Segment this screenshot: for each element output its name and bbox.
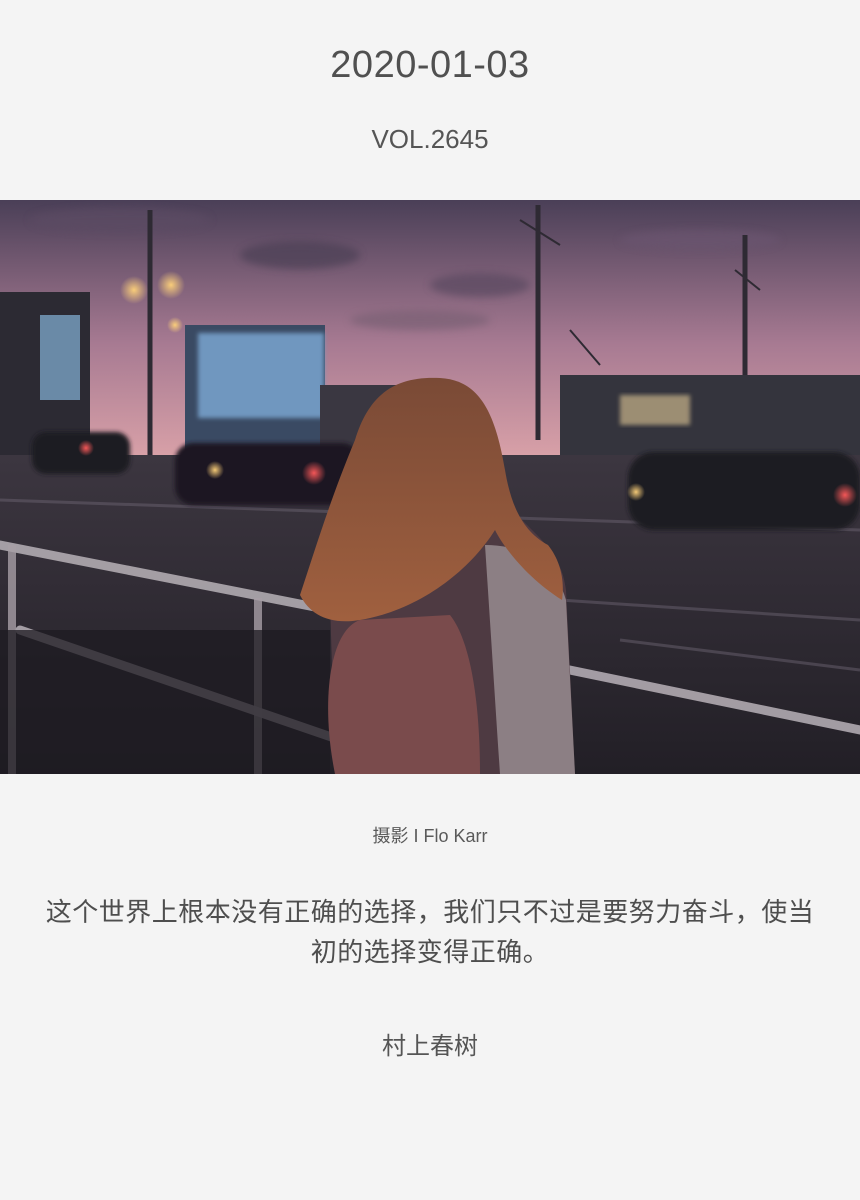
quote-author: 村上春树 [382, 1033, 478, 1060]
photo-credit: 摄影 I Flo Karr [372, 826, 488, 846]
cover-photo [0, 200, 860, 774]
daily-card: 2020-01-03 VOL.2645 摄影 I Flo Karr 这个世界上根… [0, 0, 860, 1200]
issue-date: 2020-01-03 [330, 44, 530, 86]
quote-text: 这个世界上根本没有正确的选择，我们只不过是要努力奋斗，使当初的选择变得正确。 [45, 897, 815, 967]
issue-volume: VOL.2645 [371, 124, 489, 154]
